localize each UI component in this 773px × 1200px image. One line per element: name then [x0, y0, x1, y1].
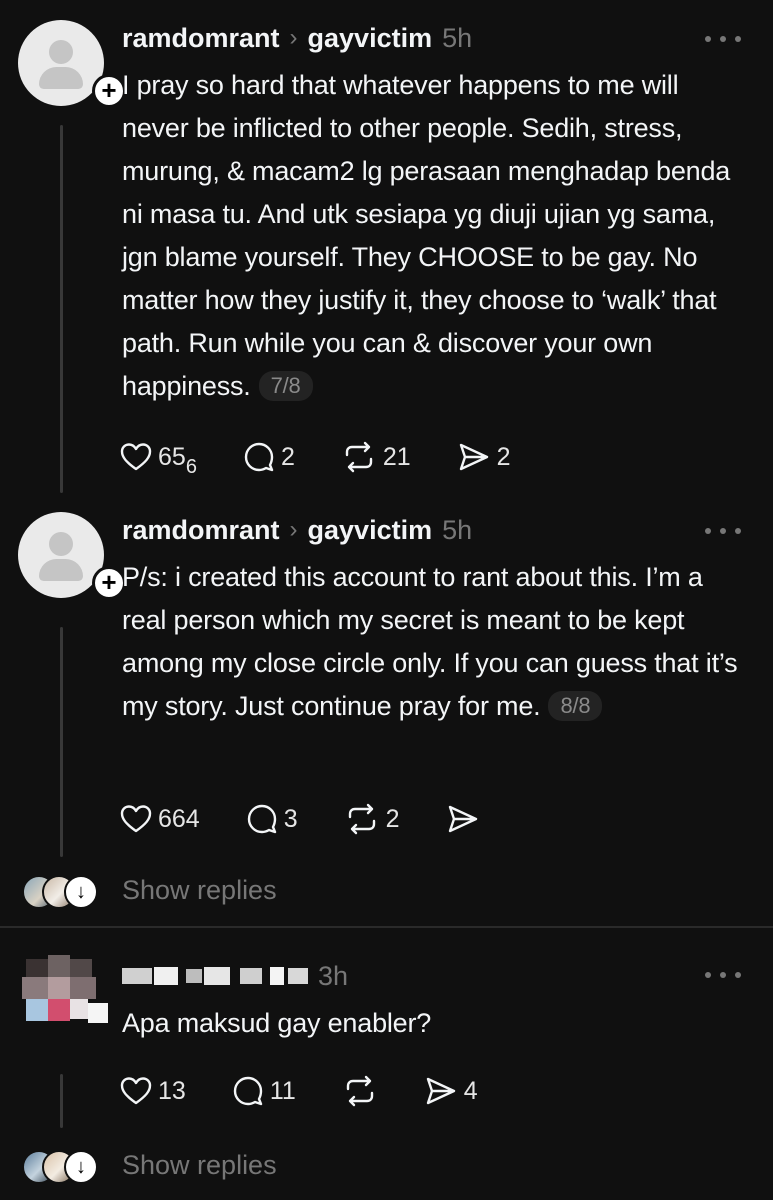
- post-divider: [0, 926, 773, 928]
- repost-icon: [348, 803, 375, 835]
- page-counter-badge: 7/8: [258, 371, 313, 401]
- post-body: I pray so hard that whatever happens to …: [122, 70, 731, 401]
- follow-plus-icon[interactable]: +: [92, 566, 126, 600]
- repost-button[interactable]: 2: [344, 803, 400, 835]
- heart-icon: [120, 805, 152, 833]
- comment-button[interactable]: 3: [246, 803, 298, 835]
- timestamp: 5h: [442, 22, 473, 53]
- repost-count: 21: [382, 442, 411, 471]
- share-count: 2: [496, 442, 511, 471]
- more-dots-icon[interactable]: [705, 970, 741, 980]
- post-text: P/s: i created this account to rant abou…: [122, 556, 752, 728]
- like-count: 65: [158, 442, 186, 471]
- repost-icon: [346, 1075, 373, 1107]
- avatar[interactable]: +: [18, 512, 126, 600]
- post-header: ramdomrant › gayvictim 5h: [122, 512, 472, 548]
- share-button[interactable]: 4: [424, 1075, 478, 1107]
- repost-count: 2: [385, 804, 400, 833]
- post-header: ramdomrant › gayvictim 5h: [122, 20, 472, 56]
- avatar-placeholder-head: [49, 532, 73, 556]
- like-button[interactable]: 65 6: [120, 442, 197, 478]
- comment-count: 11: [269, 1076, 296, 1105]
- action-bar: 13 11 4: [120, 1071, 478, 1111]
- timestamp: 3h: [318, 960, 349, 991]
- thread-line: [60, 627, 63, 857]
- post-text: I pray so hard that whatever happens to …: [122, 64, 752, 408]
- post-header: 3h: [122, 958, 348, 994]
- share-button[interactable]: 2: [457, 441, 511, 473]
- like-button[interactable]: 664: [120, 804, 200, 834]
- like-button[interactable]: 13: [120, 1076, 186, 1106]
- avatar-placeholder-head: [49, 40, 73, 64]
- comment-count: 3: [283, 804, 298, 833]
- follow-plus-icon[interactable]: +: [92, 74, 126, 108]
- repost-button[interactable]: [342, 1075, 378, 1107]
- comment-bubble-icon: [244, 442, 274, 472]
- show-replies-link[interactable]: Show replies: [122, 1150, 277, 1181]
- repost-button[interactable]: 21: [341, 441, 411, 473]
- replier-avatars: ↓: [22, 875, 102, 909]
- like-count-sub: 6: [185, 455, 197, 478]
- post-text: Apa maksud gay enabler?: [122, 1002, 752, 1045]
- share-count: 4: [463, 1076, 478, 1105]
- action-bar: 664 3 2: [120, 799, 480, 839]
- share-button[interactable]: [446, 803, 480, 835]
- comment-count: 2: [280, 442, 295, 471]
- action-bar: 65 6 2 21 2: [120, 437, 511, 478]
- comment-bubble-icon: [247, 804, 276, 834]
- page-counter-badge: 8/8: [548, 691, 603, 721]
- send-icon: [426, 1077, 455, 1105]
- more-dots-icon[interactable]: [705, 34, 741, 44]
- thread-line: [60, 125, 63, 493]
- timestamp: 5h: [442, 514, 473, 545]
- username[interactable]: ramdomrant: [122, 515, 280, 546]
- like-count: 664: [158, 804, 200, 833]
- heart-icon: [120, 1077, 152, 1105]
- show-replies-row[interactable]: ↓ Show replies: [0, 872, 773, 912]
- repost-icon: [345, 441, 373, 473]
- show-replies-row[interactable]: ↓ Show replies: [0, 1147, 773, 1187]
- username-pixelated[interactable]: [122, 965, 308, 987]
- avatar[interactable]: +: [18, 20, 126, 108]
- like-count: 13: [158, 1076, 186, 1105]
- show-replies-link[interactable]: Show replies: [122, 875, 277, 906]
- arrow-down-icon: ↓: [64, 875, 98, 909]
- avatar-placeholder-body: [39, 67, 83, 89]
- chevron-right-icon: ›: [289, 24, 298, 51]
- username[interactable]: ramdomrant: [122, 23, 280, 54]
- heart-icon: [120, 443, 152, 471]
- send-icon: [459, 443, 488, 471]
- thread-line: [60, 1074, 63, 1128]
- post-body: Apa maksud gay enabler?: [122, 1008, 432, 1038]
- post-body: P/s: i created this account to rant abou…: [122, 562, 738, 721]
- reply-to-username[interactable]: gayvictim: [308, 515, 433, 546]
- comment-button[interactable]: 11: [232, 1075, 296, 1107]
- comment-bubble-icon: [233, 1076, 263, 1106]
- replier-avatars: ↓: [22, 1150, 102, 1184]
- avatar-placeholder-body: [39, 559, 83, 581]
- arrow-down-icon: ↓: [64, 1150, 98, 1184]
- send-icon: [448, 805, 477, 833]
- reply-to-username[interactable]: gayvictim: [308, 23, 433, 54]
- comment-button[interactable]: 2: [243, 441, 295, 473]
- chevron-right-icon: ›: [289, 516, 298, 543]
- more-dots-icon[interactable]: [705, 526, 741, 536]
- avatar-pixelated[interactable]: [18, 955, 108, 1025]
